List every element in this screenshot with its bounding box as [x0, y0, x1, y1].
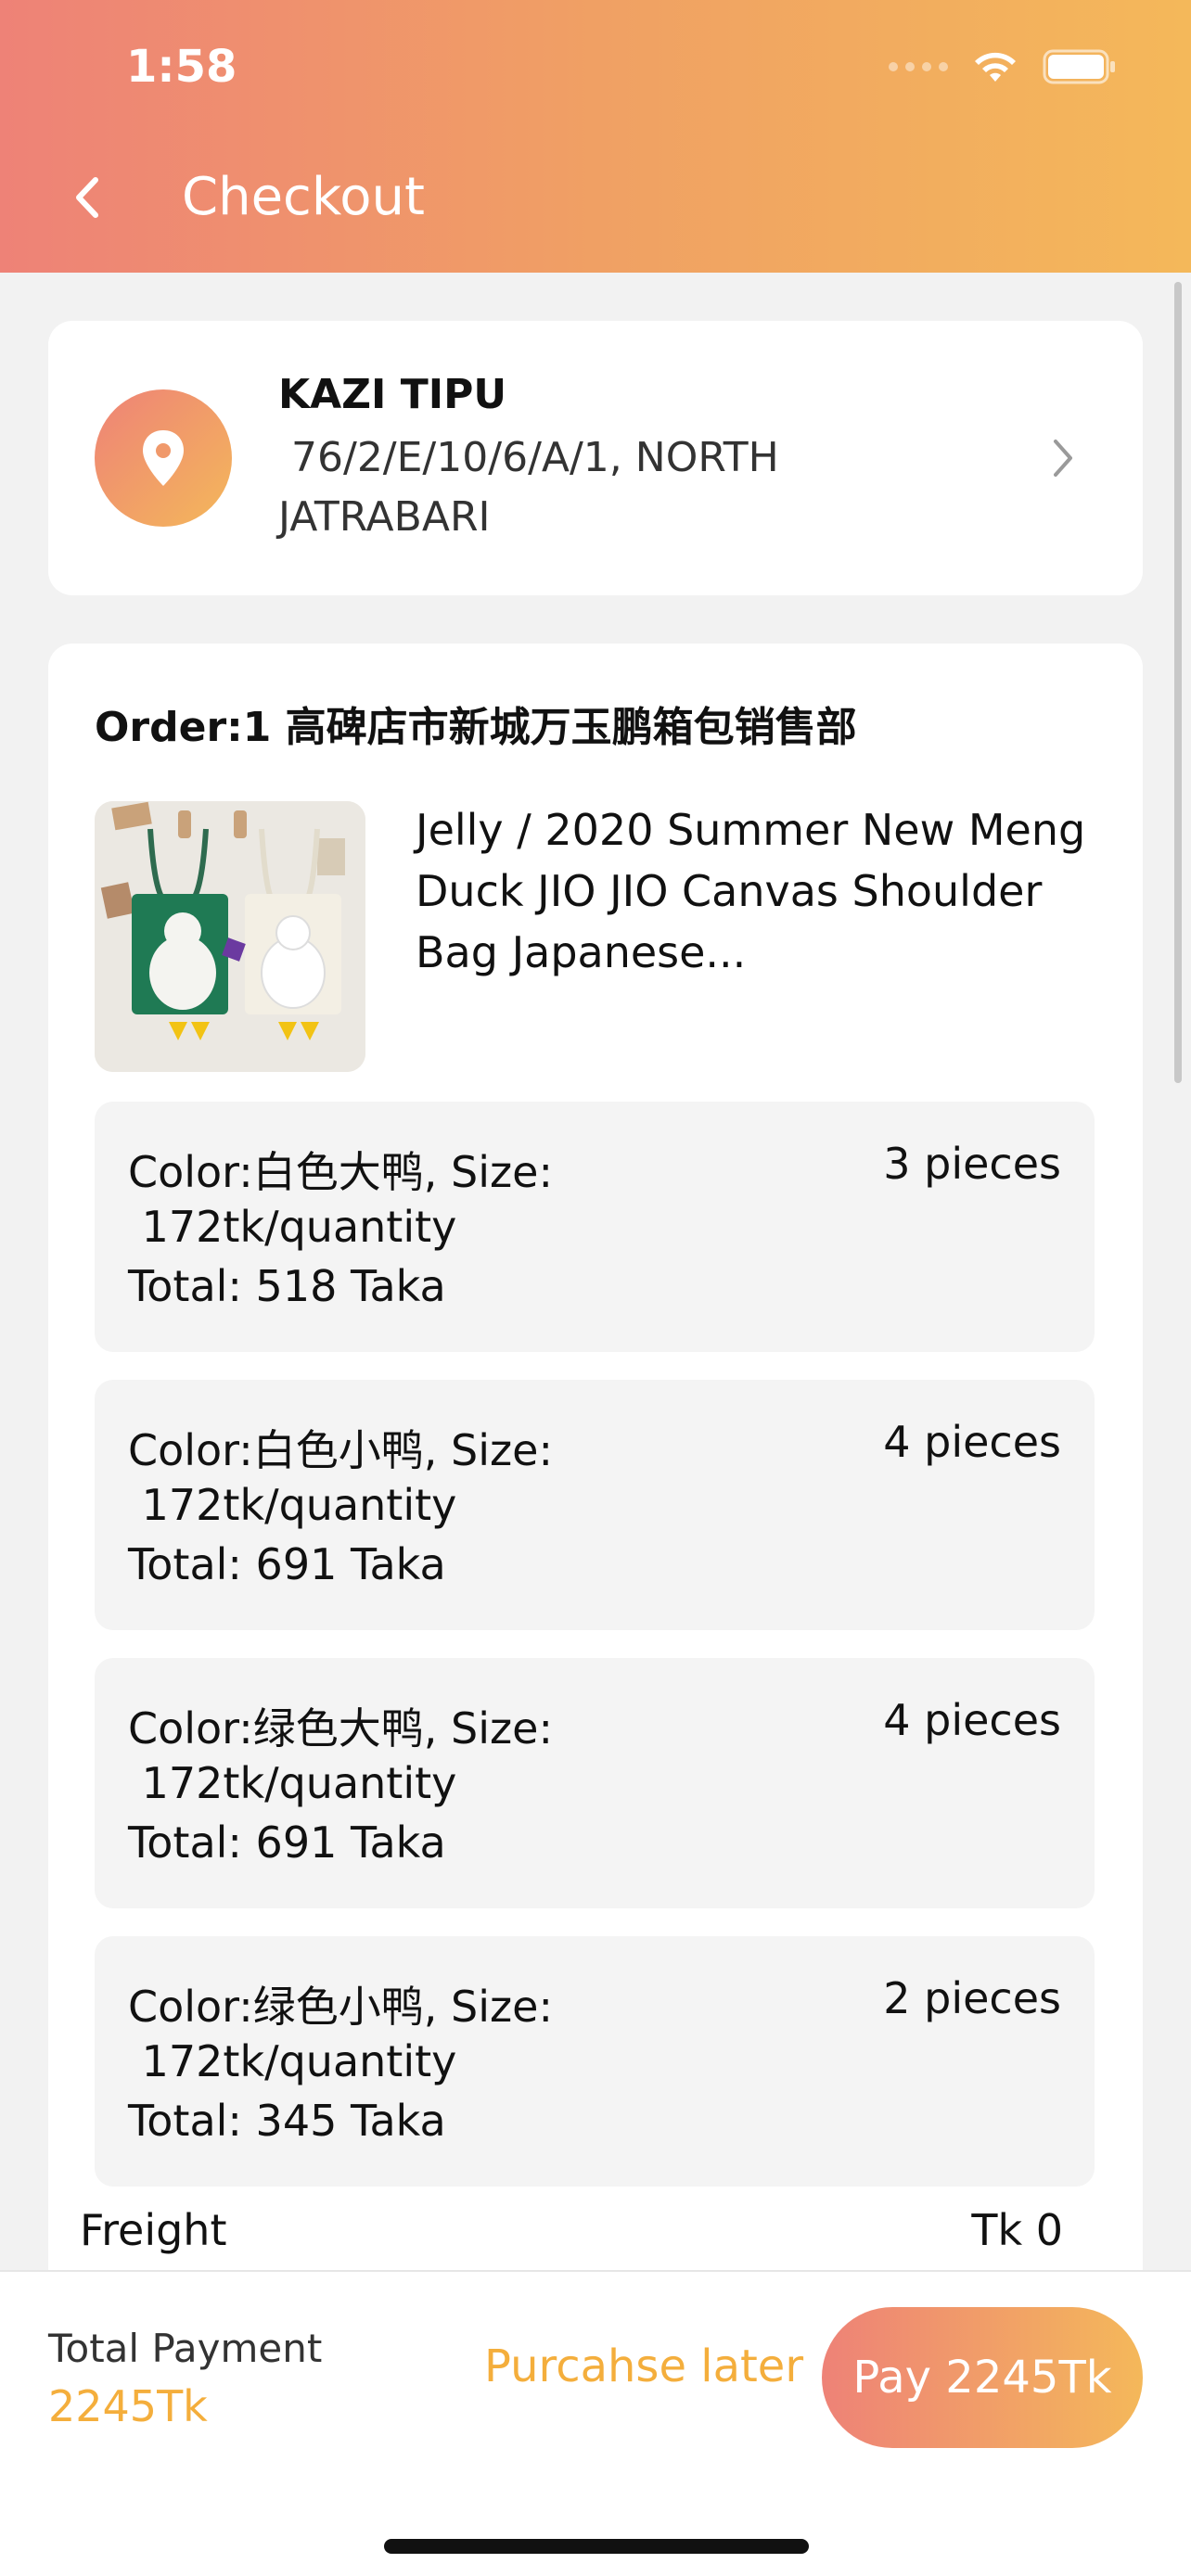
- variant-color-size: Color:白色小鸭, Size:: [128, 1425, 553, 1475]
- freight-row: Freight Tk 0: [80, 2205, 1063, 2255]
- order-card: Order:1 高碑店市新城万玉鹏箱包销售部 Jelly / 2020 Summ…: [48, 644, 1143, 2313]
- purchase-later-button[interactable]: Purcahse later: [484, 2340, 803, 2392]
- chevron-left-icon: [76, 177, 98, 218]
- variant-unit-price: 172tk/quantity: [128, 1758, 457, 1808]
- status-icons: [889, 45, 1117, 89]
- scrollbar[interactable]: [1174, 282, 1182, 1083]
- variant-total: Total: 518 Taka: [128, 1261, 446, 1311]
- product-name[interactable]: Jelly / 2020 Summer New Meng Duck JIO JI…: [416, 799, 1102, 983]
- variant-color-size: Color:绿色大鸭, Size:: [128, 1703, 553, 1753]
- total-payment-label: Total Payment: [48, 2326, 323, 2371]
- product-image[interactable]: [95, 801, 365, 1072]
- variant-total: Total: 691 Taka: [128, 1539, 446, 1589]
- address-line: 76/2/E/10/6/A/1, NORTH JATRABARI: [278, 434, 792, 541]
- location-badge: [95, 389, 232, 527]
- cellular-signal-icon: [889, 62, 948, 71]
- location-pin-icon: [143, 430, 184, 486]
- pay-button[interactable]: Pay 2245Tk: [822, 2307, 1143, 2448]
- variant-quantity: 4 pieces: [883, 1695, 1061, 1745]
- total-payment-value: 2245Tk: [48, 2381, 208, 2431]
- variant-total: Total: 345 Taka: [128, 2096, 446, 2146]
- variant-row: Color:绿色大鸭, Size: 172tk/quantity Total: …: [95, 1658, 1095, 1908]
- variant-quantity: 2 pieces: [883, 1973, 1061, 2023]
- home-indicator[interactable]: [384, 2539, 809, 2554]
- battery-icon: [1043, 49, 1115, 84]
- variant-row: Color:白色大鸭, Size: 172tk/quantity Total: …: [95, 1102, 1095, 1352]
- variant-row: Color:绿色小鸭, Size: 172tk/quantity Total: …: [95, 1936, 1095, 2187]
- app-header: 1:58 Checkout: [0, 0, 1191, 273]
- page-title: Checkout: [182, 167, 425, 227]
- freight-value: Tk 0: [971, 2205, 1063, 2255]
- recipient-name: KAZI TIPU: [278, 371, 507, 418]
- back-button[interactable]: [61, 167, 113, 228]
- order-title: Order:1 高碑店市新城万玉鹏箱包销售部: [95, 704, 857, 751]
- variant-total: Total: 691 Taka: [128, 1817, 446, 1868]
- status-time: 1:58: [126, 41, 237, 93]
- variant-unit-price: 172tk/quantity: [128, 1480, 457, 1530]
- variant-row: Color:白色小鸭, Size: 172tk/quantity Total: …: [95, 1380, 1095, 1630]
- payment-bar: Total Payment 2245Tk Purcahse later Pay …: [0, 2270, 1191, 2576]
- variant-color-size: Color:绿色小鸭, Size:: [128, 1982, 553, 2032]
- variant-quantity: 4 pieces: [883, 1417, 1061, 1467]
- chevron-right-icon: [1054, 440, 1072, 477]
- shipping-address-card[interactable]: KAZI TIPU 76/2/E/10/6/A/1, NORTH JATRABA…: [48, 321, 1143, 595]
- variant-unit-price: 172tk/quantity: [128, 2036, 457, 2086]
- wifi-icon: [975, 52, 1016, 82]
- product-photo: [95, 801, 365, 1072]
- freight-label: Freight: [80, 2205, 227, 2255]
- variant-quantity: 3 pieces: [883, 1139, 1061, 1189]
- variant-unit-price: 172tk/quantity: [128, 1202, 457, 1252]
- variant-color-size: Color:白色大鸭, Size:: [128, 1147, 553, 1197]
